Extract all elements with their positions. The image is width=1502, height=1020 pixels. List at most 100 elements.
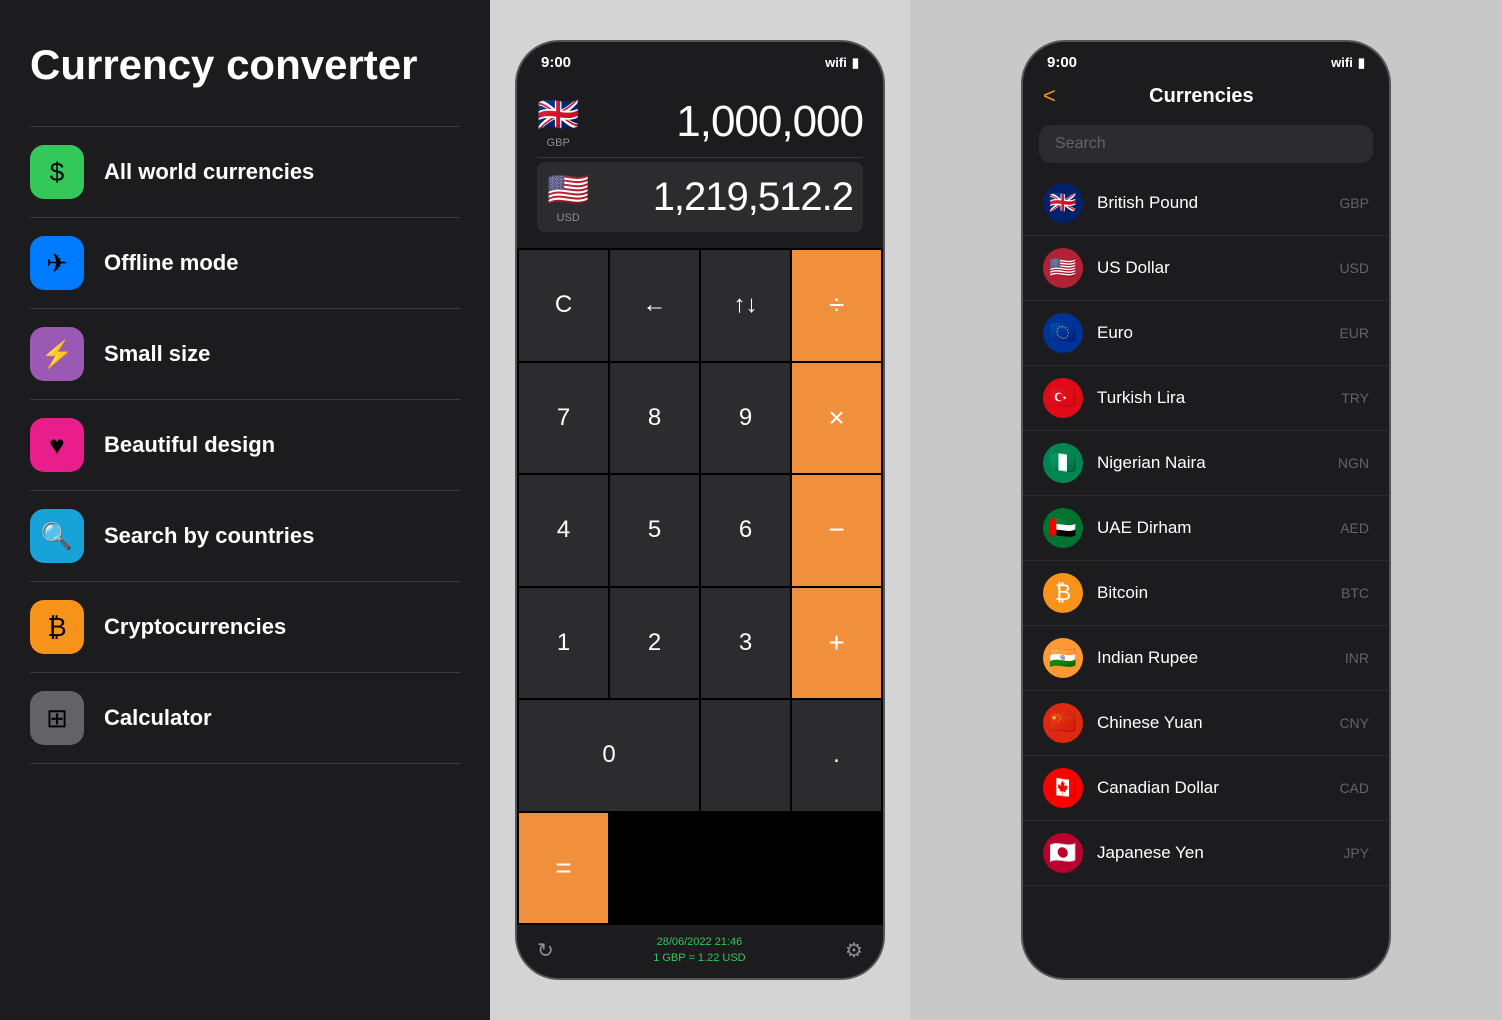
feature-list: $ All world currencies ✈ Offline mode ⚡ … bbox=[30, 126, 460, 764]
flag-btc: ₿ bbox=[1043, 573, 1083, 613]
feature-label-calculator: Calculator bbox=[104, 705, 212, 731]
to-code: USD bbox=[557, 212, 580, 224]
currency-code-cad: CAD bbox=[1339, 780, 1369, 796]
calc-btn-0[interactable]: 0 bbox=[519, 700, 699, 811]
wifi-icon: wifi bbox=[825, 55, 847, 70]
currency-name-ngn: Nigerian Naira bbox=[1097, 453, 1338, 473]
nav-title: Currencies bbox=[1149, 85, 1254, 108]
feature-icon-crypto: ₿ bbox=[30, 600, 84, 654]
calc-btn-←[interactable]: ← bbox=[610, 250, 699, 361]
calc-btn-6[interactable]: 6 bbox=[701, 475, 790, 586]
feature-icon-search-countries: 🔍 bbox=[30, 509, 84, 563]
currency-list-item-cad[interactable]: 🇨🇦 Canadian Dollar CAD bbox=[1023, 756, 1389, 821]
search-input[interactable]: Search bbox=[1039, 125, 1373, 163]
calculator-phone: 9:00 wifi ▮ 🇬🇧 GBP 1,000,000 🇺🇸 USD 1,21… bbox=[515, 40, 885, 980]
currency-list-item-aed[interactable]: 🇦🇪 UAE Dirham AED bbox=[1023, 496, 1389, 561]
calc-btn-4[interactable]: 4 bbox=[519, 475, 608, 586]
from-value: 1,000,000 bbox=[676, 97, 863, 147]
calc-btn-−[interactable]: − bbox=[792, 475, 881, 586]
refresh-icon[interactable]: ↻ bbox=[537, 938, 554, 963]
currency-list-item-ngn[interactable]: 🇳🇬 Nigerian Naira NGN bbox=[1023, 431, 1389, 496]
currency-list-item-cny[interactable]: 🇨🇳 Chinese Yuan CNY bbox=[1023, 691, 1389, 756]
phone2-status-icons: wifi ▮ bbox=[1331, 55, 1365, 71]
flag-try: 🇹🇷 bbox=[1043, 378, 1083, 418]
left-feature-panel: Currency converter $ All world currencie… bbox=[0, 0, 490, 1020]
flag-gbp: 🇬🇧 bbox=[1043, 183, 1083, 223]
feature-item-beautiful-design[interactable]: ♥ Beautiful design bbox=[30, 399, 460, 490]
currency-code-eur: EUR bbox=[1339, 325, 1369, 341]
calc-btn-1[interactable]: 1 bbox=[519, 588, 608, 699]
calc-btn-=[interactable]: = bbox=[519, 813, 608, 924]
calc-btn-3[interactable]: 3 bbox=[701, 588, 790, 699]
calc-btn-dot[interactable] bbox=[701, 700, 790, 811]
from-currency-row[interactable]: 🇬🇧 GBP 1,000,000 bbox=[537, 87, 863, 158]
feature-item-crypto[interactable]: ₿ Cryptocurrencies bbox=[30, 581, 460, 672]
phone2-wifi-icon: wifi bbox=[1331, 55, 1353, 70]
to-flag: 🇺🇸 bbox=[547, 170, 589, 210]
to-currency-row[interactable]: 🇺🇸 USD 1,219,512.2 bbox=[537, 162, 863, 232]
currency-name-jpy: Japanese Yen bbox=[1097, 843, 1343, 863]
feature-item-calculator[interactable]: ⊞ Calculator bbox=[30, 672, 460, 764]
calc-btn-5[interactable]: 5 bbox=[610, 475, 699, 586]
calculator-pad: C←↑↓÷ 789× 456− 123+0. = bbox=[517, 248, 883, 925]
calc-btn-8[interactable]: 8 bbox=[610, 363, 699, 474]
feature-item-all-currencies[interactable]: $ All world currencies bbox=[30, 126, 460, 217]
currency-name-usd: US Dollar bbox=[1097, 258, 1339, 278]
calc-btn-↑↓[interactable]: ↑↓ bbox=[701, 250, 790, 361]
from-flag: 🇬🇧 bbox=[537, 95, 579, 135]
currencies-nav: < Currencies bbox=[1023, 71, 1389, 121]
middle-panel: 9:00 wifi ▮ 🇬🇧 GBP 1,000,000 🇺🇸 USD 1,21… bbox=[490, 0, 910, 1020]
settings-icon[interactable]: ⚙ bbox=[845, 938, 863, 963]
feature-item-small-size[interactable]: ⚡ Small size bbox=[30, 308, 460, 399]
flag-inr: 🇮🇳 bbox=[1043, 638, 1083, 678]
currency-name-eur: Euro bbox=[1097, 323, 1339, 343]
currency-display: 🇬🇧 GBP 1,000,000 🇺🇸 USD 1,219,512.2 bbox=[517, 71, 883, 248]
currency-list-item-gbp[interactable]: 🇬🇧 British Pound GBP bbox=[1023, 171, 1389, 236]
feature-label-beautiful-design: Beautiful design bbox=[104, 432, 275, 458]
feature-item-offline-mode[interactable]: ✈ Offline mode bbox=[30, 217, 460, 308]
calc-btn-2[interactable]: 2 bbox=[610, 588, 699, 699]
status-icons: wifi ▮ bbox=[825, 55, 859, 71]
status-time: 9:00 bbox=[541, 54, 571, 71]
currency-list-item-jpy[interactable]: 🇯🇵 Japanese Yen JPY bbox=[1023, 821, 1389, 886]
feature-icon-all-currencies: $ bbox=[30, 145, 84, 199]
currency-code-inr: INR bbox=[1345, 650, 1369, 666]
feature-item-search-countries[interactable]: 🔍 Search by countries bbox=[30, 490, 460, 581]
app-title: Currency converter bbox=[30, 40, 460, 90]
feature-icon-offline-mode: ✈ bbox=[30, 236, 84, 290]
feature-label-offline-mode: Offline mode bbox=[104, 250, 238, 276]
from-currency-left: 🇬🇧 GBP bbox=[537, 95, 579, 149]
back-button[interactable]: < bbox=[1043, 83, 1056, 109]
currency-code-ngn: NGN bbox=[1338, 455, 1369, 471]
feature-label-crypto: Cryptocurrencies bbox=[104, 614, 286, 640]
to-currency-left: 🇺🇸 USD bbox=[547, 170, 589, 224]
currency-code-try: TRY bbox=[1341, 390, 1369, 406]
currency-name-gbp: British Pound bbox=[1097, 193, 1339, 213]
phone2-battery-icon: ▮ bbox=[1358, 55, 1365, 71]
calc-btn-÷[interactable]: ÷ bbox=[792, 250, 881, 361]
currency-list: 🇬🇧 British Pound GBP 🇺🇸 US Dollar USD 🇪🇺… bbox=[1023, 171, 1389, 978]
phone2-status-time: 9:00 bbox=[1047, 54, 1077, 71]
currency-name-btc: Bitcoin bbox=[1097, 583, 1341, 603]
flag-jpy: 🇯🇵 bbox=[1043, 833, 1083, 873]
currency-list-item-eur[interactable]: 🇪🇺 Euro EUR bbox=[1023, 301, 1389, 366]
phone-bottom-bar: ↻ 28/06/2022 21:46 1 GBP = 1.22 USD ⚙ bbox=[517, 925, 883, 978]
currencies-phone: 9:00 wifi ▮ < Currencies Search 🇬🇧 Briti… bbox=[1021, 40, 1391, 980]
calc-btn-C[interactable]: C bbox=[519, 250, 608, 361]
rate-date: 28/06/2022 21:46 bbox=[653, 935, 745, 950]
currency-name-try: Turkish Lira bbox=[1097, 388, 1341, 408]
calc-btn-×[interactable]: × bbox=[792, 363, 881, 474]
currency-list-item-btc[interactable]: ₿ Bitcoin BTC bbox=[1023, 561, 1389, 626]
calc-btn-7[interactable]: 7 bbox=[519, 363, 608, 474]
calc-btn-+[interactable]: + bbox=[792, 588, 881, 699]
currency-list-item-inr[interactable]: 🇮🇳 Indian Rupee INR bbox=[1023, 626, 1389, 691]
feature-icon-small-size: ⚡ bbox=[30, 327, 84, 381]
currency-list-item-usd[interactable]: 🇺🇸 US Dollar USD bbox=[1023, 236, 1389, 301]
currency-code-aed: AED bbox=[1340, 520, 1369, 536]
currency-name-aed: UAE Dirham bbox=[1097, 518, 1340, 538]
calc-btn-9[interactable]: 9 bbox=[701, 363, 790, 474]
currency-code-gbp: GBP bbox=[1339, 195, 1369, 211]
feature-label-all-currencies: All world currencies bbox=[104, 159, 314, 185]
calc-btn-.[interactable]: . bbox=[792, 700, 881, 811]
currency-list-item-try[interactable]: 🇹🇷 Turkish Lira TRY bbox=[1023, 366, 1389, 431]
